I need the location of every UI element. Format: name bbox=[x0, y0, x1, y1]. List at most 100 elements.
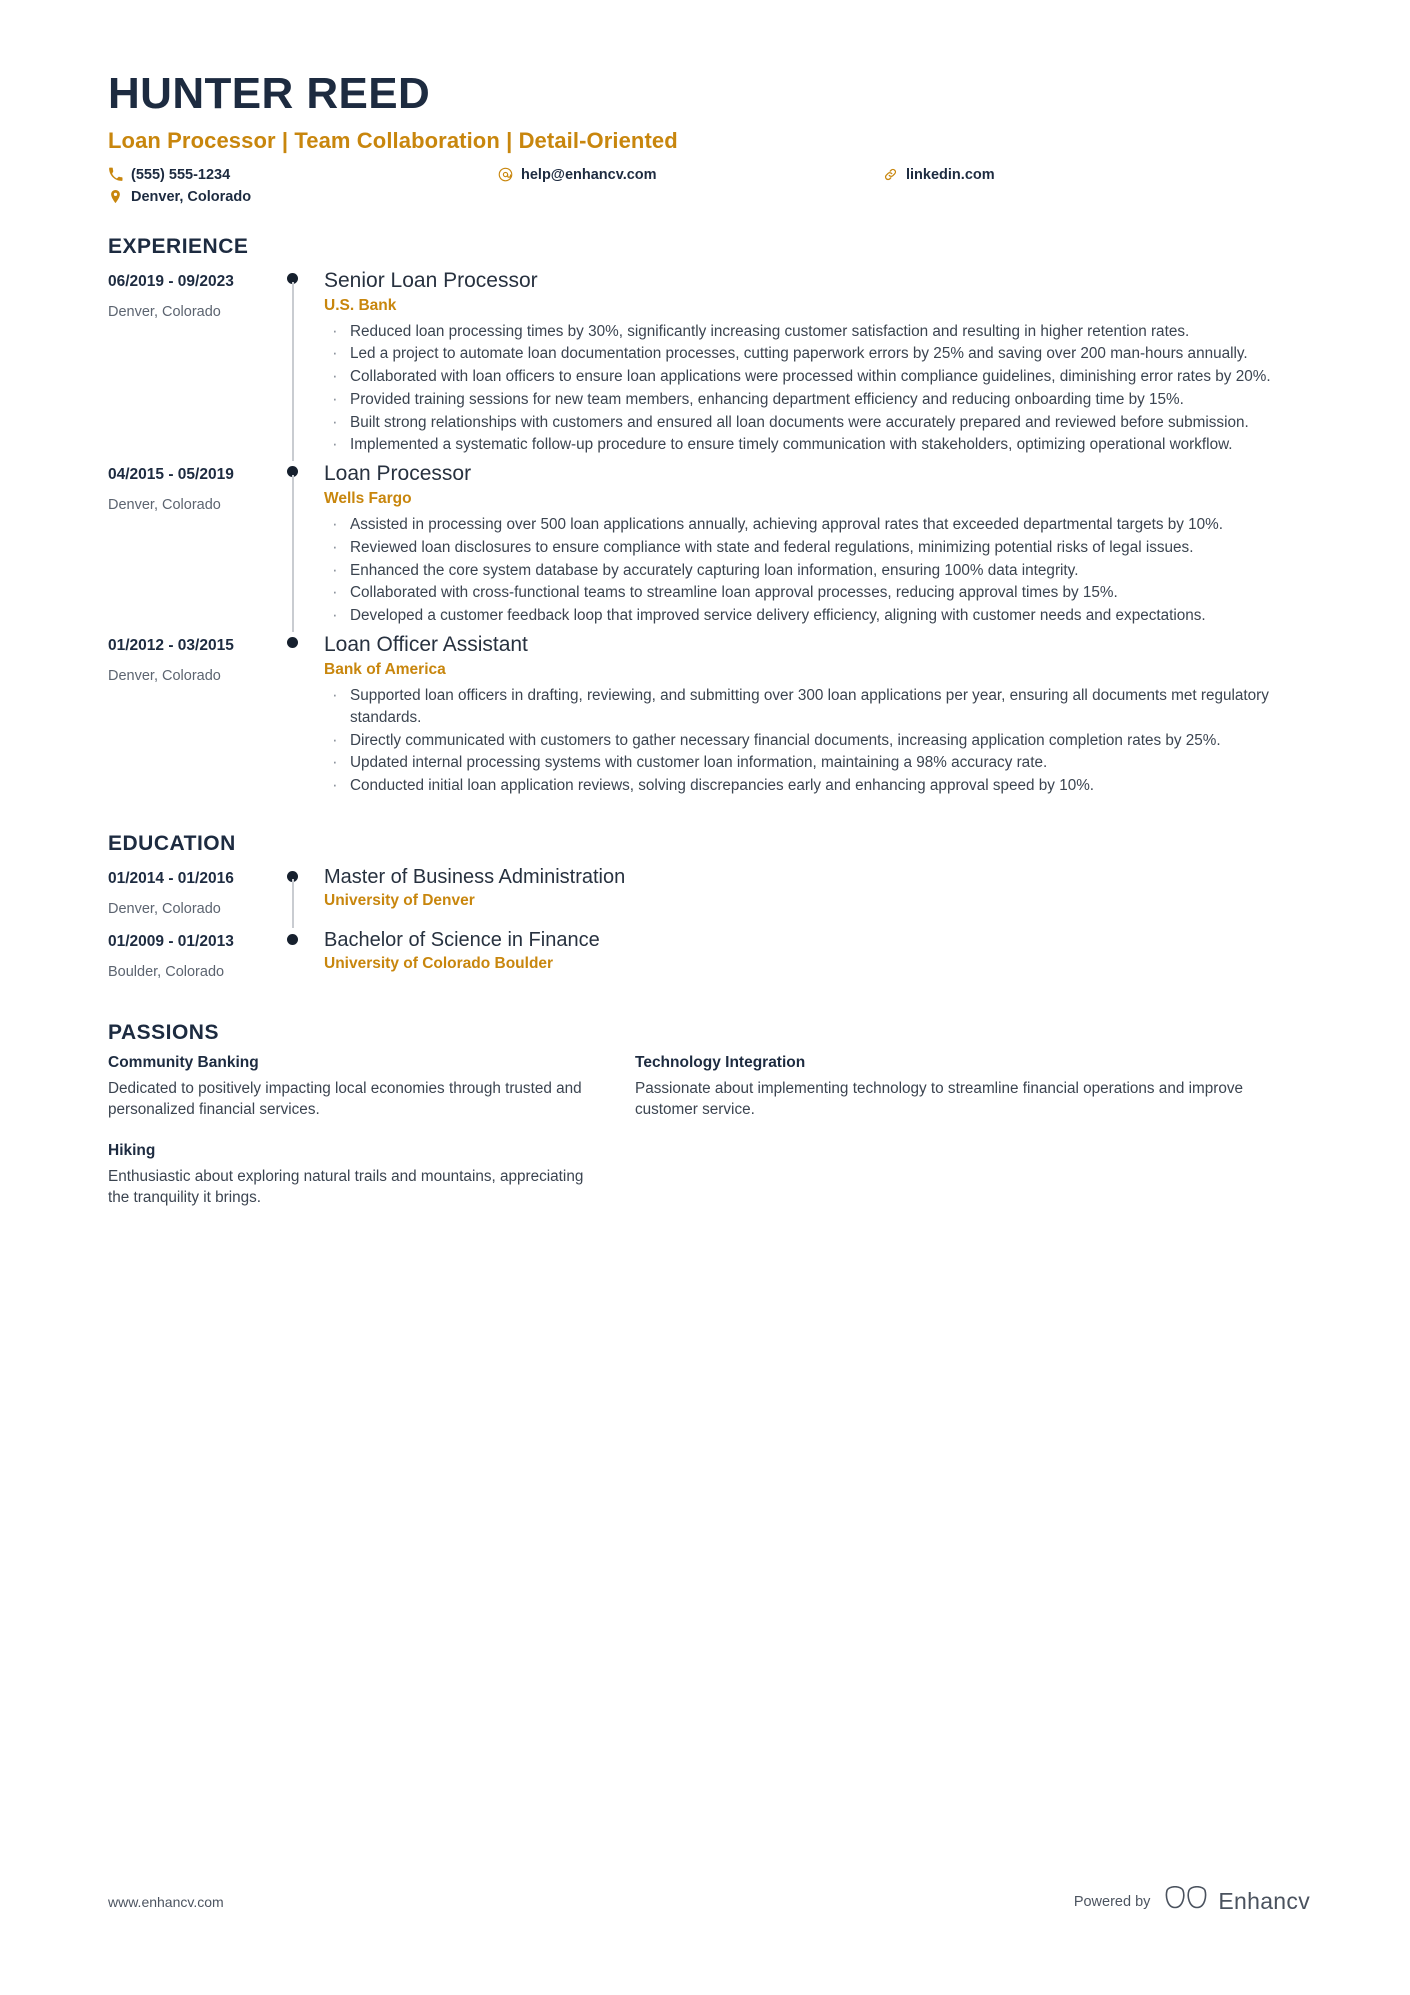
achievement-item: Collaborated with loan officers to ensur… bbox=[324, 365, 1310, 388]
resume-header: HUNTER REED Loan Processor | Team Collab… bbox=[108, 70, 1310, 205]
experience-entry-location: Denver, Colorado bbox=[108, 303, 221, 320]
education-entry: 01/2014 - 01/2016 Denver, Colorado Maste… bbox=[108, 865, 1310, 928]
achievement-list: Assisted in processing over 500 loan app… bbox=[324, 513, 1310, 627]
powered-by-label: Powered by bbox=[1073, 1893, 1151, 1910]
passions-grid: Community Banking Dedicated to positivel… bbox=[108, 1054, 1310, 1208]
enhancv-logo: Enhancv bbox=[1164, 1885, 1310, 1917]
education-entry-meta: 01/2009 - 01/2013 Boulder, Colorado bbox=[108, 928, 276, 991]
candidate-headline: Loan Processor | Team Collaboration | De… bbox=[108, 127, 678, 153]
achievement-item: Built strong relationships with customer… bbox=[324, 411, 1310, 434]
footer-branding: Powered by Enhancv bbox=[1073, 1885, 1310, 1917]
contact-link-text: linkedin.com bbox=[906, 166, 995, 183]
achievement-item: Directly communicated with customers to … bbox=[324, 729, 1310, 752]
experience-entry: 06/2019 - 09/2023 Denver, Colorado Senio… bbox=[108, 268, 1310, 462]
enhancv-wordmark: Enhancv bbox=[1218, 1888, 1310, 1914]
link-icon bbox=[883, 167, 898, 182]
education-entry-body: Bachelor of Science in Finance Universit… bbox=[310, 928, 1310, 991]
job-title: Loan Processor bbox=[324, 462, 472, 486]
achievement-item: Assisted in processing over 500 loan app… bbox=[324, 513, 1310, 536]
passion-item: Community Banking Dedicated to positivel… bbox=[108, 1054, 593, 1120]
contact-phone[interactable]: (555) 555-1234 bbox=[108, 167, 498, 183]
achievement-item: Provided training sessions for new team … bbox=[324, 388, 1310, 411]
experience-entry-location: Denver, Colorado bbox=[108, 497, 221, 514]
company-name: Bank of America bbox=[324, 661, 446, 679]
achievement-list: Reduced loan processing times by 30%, si… bbox=[324, 320, 1310, 456]
experience-entry-location: Denver, Colorado bbox=[108, 668, 221, 685]
achievement-item: Implemented a systematic follow-up proce… bbox=[324, 433, 1310, 456]
education-entry-date: 01/2009 - 01/2013 bbox=[108, 932, 234, 950]
experience-entry-meta: 06/2019 - 09/2023 Denver, Colorado bbox=[108, 268, 276, 462]
contact-link[interactable]: linkedin.com bbox=[883, 167, 1310, 183]
achievement-item: Led a project to automate loan documenta… bbox=[324, 342, 1310, 365]
phone-icon bbox=[108, 167, 123, 182]
timeline-rail bbox=[276, 268, 310, 462]
experience-entry-body: Senior Loan Processor U.S. Bank Reduced … bbox=[310, 268, 1310, 462]
education-entry-location: Boulder, Colorado bbox=[108, 964, 225, 981]
passion-item-empty bbox=[635, 1142, 1310, 1208]
passions-section-title: PASSIONS bbox=[108, 1020, 219, 1044]
contact-email-text: help@enhancv.com bbox=[521, 166, 657, 183]
passion-item: Technology Integration Passionate about … bbox=[635, 1054, 1310, 1120]
experience-entry-body: Loan Processor Wells Fargo Assisted in p… bbox=[310, 461, 1310, 632]
degree-title: Bachelor of Science in Finance bbox=[324, 928, 600, 951]
education-entry-date: 01/2014 - 01/2016 bbox=[108, 869, 234, 887]
achievement-item: Updated internal processing systems with… bbox=[324, 751, 1310, 774]
timeline-rail bbox=[276, 928, 310, 991]
education-entry-location: Denver, Colorado bbox=[108, 901, 221, 918]
experience-entry-meta: 04/2015 - 05/2019 Denver, Colorado bbox=[108, 461, 276, 632]
experience-entry-meta: 01/2012 - 03/2015 Denver, Colorado bbox=[108, 632, 276, 802]
achievement-item: Enhanced the core system database by acc… bbox=[324, 559, 1310, 582]
timeline-line bbox=[292, 475, 294, 632]
candidate-name: HUNTER REED bbox=[108, 69, 431, 118]
school-name: University of Denver bbox=[324, 891, 475, 909]
contact-email[interactable]: help@enhancv.com bbox=[498, 167, 883, 183]
passion-title: Hiking bbox=[108, 1141, 156, 1159]
experience-entry-body: Loan Officer Assistant Bank of America S… bbox=[310, 632, 1310, 802]
achievement-item: Reduced loan processing times by 30%, si… bbox=[324, 320, 1310, 343]
passion-description: Enthusiastic about exploring natural tra… bbox=[108, 1167, 584, 1207]
achievement-item: Reviewed loan disclosures to ensure comp… bbox=[324, 536, 1310, 559]
education-entry: 01/2009 - 01/2013 Boulder, Colorado Bach… bbox=[108, 928, 1310, 991]
timeline-rail bbox=[276, 632, 310, 802]
timeline-line bbox=[292, 281, 294, 462]
experience-section: EXPERIENCE 06/2019 - 09/2023 Denver, Col… bbox=[108, 235, 1310, 802]
education-entry-body: Master of Business Administration Univer… bbox=[310, 865, 1310, 928]
experience-entry: 04/2015 - 05/2019 Denver, Colorado Loan … bbox=[108, 461, 1310, 632]
experience-entry-date: 04/2015 - 05/2019 bbox=[108, 466, 234, 484]
footer-website-url[interactable]: www.enhancv.com bbox=[108, 1894, 224, 1910]
passion-title: Community Banking bbox=[108, 1053, 259, 1071]
contact-location-text: Denver, Colorado bbox=[131, 188, 252, 205]
achievement-item: Conducted initial loan application revie… bbox=[324, 774, 1310, 797]
email-icon bbox=[498, 167, 513, 182]
timeline-rail bbox=[276, 461, 310, 632]
passions-section: PASSIONS Community Banking Dedicated to … bbox=[108, 1021, 1310, 1208]
achievement-item: Collaborated with cross-functional teams… bbox=[324, 581, 1310, 604]
experience-entry-date: 06/2019 - 09/2023 bbox=[108, 272, 234, 290]
experience-entry: 01/2012 - 03/2015 Denver, Colorado Loan … bbox=[108, 632, 1310, 802]
achievement-item: Supported loan officers in drafting, rev… bbox=[324, 684, 1310, 728]
resume-footer: www.enhancv.com Powered by Enhancv bbox=[108, 1885, 1310, 1917]
education-entry-meta: 01/2014 - 01/2016 Denver, Colorado bbox=[108, 865, 276, 928]
achievement-list: Supported loan officers in drafting, rev… bbox=[324, 684, 1310, 797]
timeline-dot bbox=[287, 636, 298, 648]
education-section: EDUCATION 01/2014 - 01/2016 Denver, Colo… bbox=[108, 832, 1310, 991]
timeline-line bbox=[292, 878, 294, 928]
job-title: Loan Officer Assistant bbox=[324, 632, 528, 656]
contact-location: Denver, Colorado bbox=[108, 189, 498, 205]
contact-info: (555) 555-1234 help@enhancv.com linkedin… bbox=[108, 167, 1310, 205]
passion-description: Dedicated to positively impacting local … bbox=[108, 1079, 582, 1118]
timeline-dot bbox=[287, 933, 298, 945]
contact-phone-text: (555) 555-1234 bbox=[131, 166, 231, 183]
school-name: University of Colorado Boulder bbox=[324, 954, 554, 972]
experience-section-title: EXPERIENCE bbox=[108, 234, 249, 258]
passion-item: Hiking Enthusiastic about exploring natu… bbox=[108, 1142, 593, 1208]
achievement-item: Developed a customer feedback loop that … bbox=[324, 604, 1310, 627]
location-icon bbox=[108, 189, 123, 204]
passion-title: Technology Integration bbox=[635, 1053, 806, 1071]
resume-page: HUNTER REED Loan Processor | Team Collab… bbox=[0, 0, 1410, 1995]
passion-description: Passionate about implementing technology… bbox=[635, 1079, 1243, 1118]
enhancv-mark-icon bbox=[1164, 1885, 1208, 1917]
company-name: U.S. Bank bbox=[324, 296, 397, 314]
job-title: Senior Loan Processor bbox=[324, 268, 538, 292]
company-name: Wells Fargo bbox=[324, 490, 412, 508]
